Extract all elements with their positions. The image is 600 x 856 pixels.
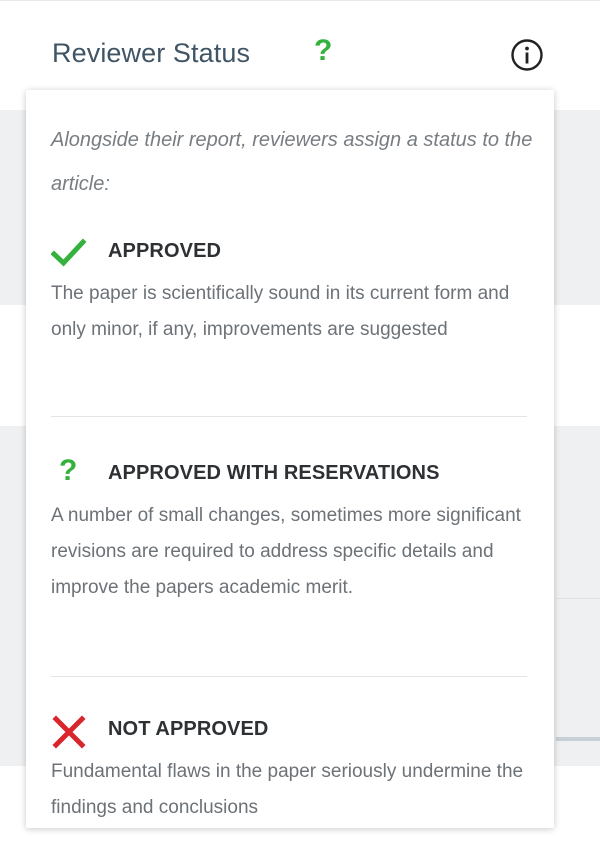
background-divider — [556, 737, 600, 741]
reviewer-status-popup: Alongside their report, reviewers assign… — [26, 90, 554, 828]
status-label: APPROVED WITH RESERVATIONS — [108, 462, 440, 484]
status-label: APPROVED — [108, 240, 222, 262]
status-approved: APPROVED The paper is scientifically sou… — [51, 232, 531, 348]
status-description: The paper is scientifically sound in its… — [51, 283, 510, 340]
divider — [51, 676, 527, 677]
header-title: Reviewer Status — [52, 38, 251, 68]
status-description: Fundamental flaws in the paper seriously… — [51, 761, 524, 818]
status-description: A number of small changes, sometimes mor… — [51, 505, 521, 598]
status-approved-with-reservations: ? APPROVED WITH RESERVATIONS A number of… — [51, 454, 531, 606]
cross-icon — [52, 715, 86, 749]
info-icon[interactable] — [510, 38, 544, 72]
question-icon: ? — [59, 454, 78, 487]
popup-intro: Alongside their report, reviewers assign… — [51, 129, 533, 195]
background-divider — [556, 598, 600, 599]
reviewer-status-header: Reviewer Status ? — [52, 24, 552, 84]
top-rule — [0, 0, 600, 1]
checkmark-icon — [51, 238, 87, 267]
status-not-approved: NOT APPROVED Fundamental flaws in the pa… — [51, 710, 531, 826]
divider — [51, 416, 527, 417]
status-label: NOT APPROVED — [108, 718, 269, 740]
question-icon: ? — [314, 34, 333, 67]
